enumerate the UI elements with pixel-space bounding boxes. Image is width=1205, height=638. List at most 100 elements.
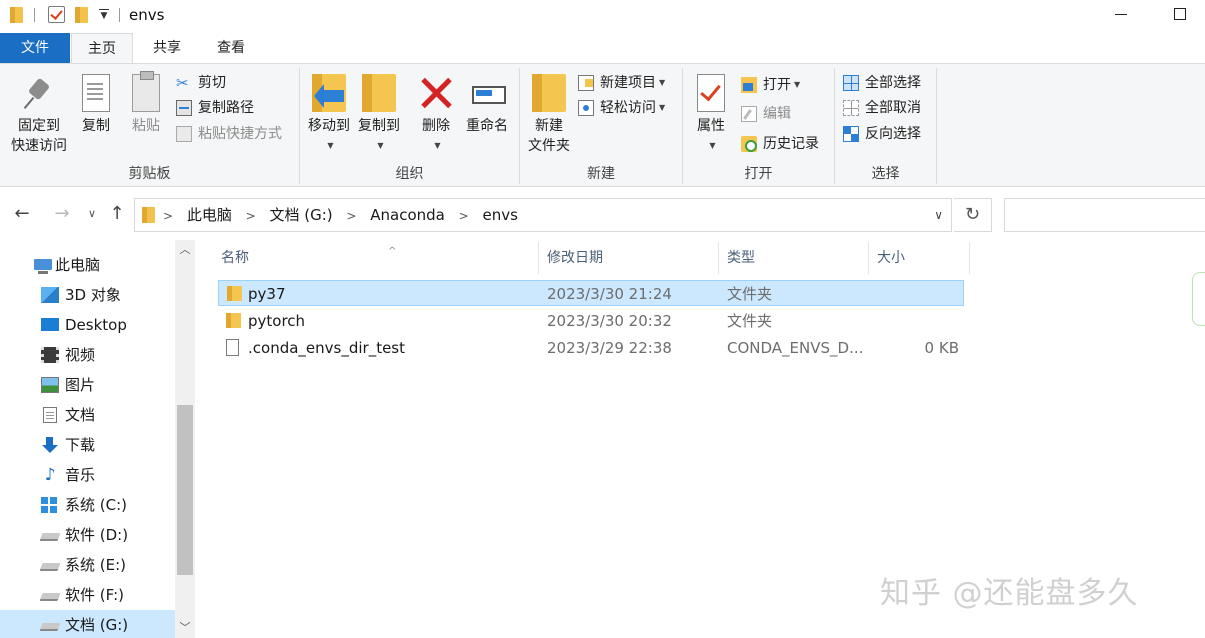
easy-access-button[interactable]: 轻松访问 ▼: [578, 97, 665, 119]
up-arrow-icon[interactable]: ↑: [105, 202, 129, 226]
title-bar: ▼ envs: [0, 0, 1205, 32]
drive-icon: [39, 533, 61, 541]
copy-path-icon: [176, 100, 192, 116]
column-header-type[interactable]: 类型: [719, 242, 869, 274]
back-arrow-icon[interactable]: ←: [10, 202, 34, 226]
delete-button[interactable]: 删除 ▼: [416, 74, 456, 156]
scroll-up-chevron-icon[interactable]: ︿: [175, 240, 195, 260]
forward-arrow-icon[interactable]: →: [50, 202, 74, 226]
properties-quick-icon[interactable]: [48, 6, 65, 23]
nav-item-3d-objects[interactable]: 3D 对象: [0, 280, 175, 310]
scrollbar-thumb[interactable]: [177, 405, 193, 575]
windows-drive-icon: [41, 497, 59, 513]
tab-view[interactable]: 查看: [200, 33, 262, 63]
nav-item-pictures[interactable]: 图片: [0, 370, 175, 400]
file-date: 2023/3/29 22:38: [547, 339, 672, 357]
open-group: 属性 ▼ 打开 ▼ 编辑 历史记录 打开: [683, 64, 834, 187]
folder-icon: [10, 7, 23, 23]
tab-file[interactable]: 文件: [0, 33, 70, 63]
3d-objects-icon: [41, 287, 59, 303]
minimize-button[interactable]: [1115, 14, 1127, 15]
nav-item-documents[interactable]: 文档: [0, 400, 175, 430]
invert-selection-button[interactable]: 反向选择: [843, 123, 921, 145]
paste-shortcut-icon: [176, 126, 192, 142]
column-header-date[interactable]: 修改日期: [539, 242, 719, 274]
group-separator: [936, 68, 937, 184]
history-icon: [741, 136, 757, 152]
breadcrumb-drive-g[interactable]: 文档 (G:): [269, 206, 332, 224]
sort-ascending-caret-icon: ^: [388, 246, 397, 257]
file-row-py37[interactable]: py37 2023/3/30 21:24 文件夹: [218, 280, 964, 306]
edit-button[interactable]: 编辑: [741, 103, 791, 125]
pin-icon: [22, 74, 56, 112]
nav-item-music[interactable]: ♪ 音乐: [0, 460, 175, 490]
computer-icon: [34, 259, 52, 274]
open-group-label: 打开: [744, 166, 773, 182]
move-to-icon: [312, 74, 346, 112]
select-group: 全部选择 全部取消 反向选择 选择: [835, 64, 936, 187]
folder-icon: [226, 313, 241, 328]
separator: [119, 8, 120, 22]
separator: [34, 8, 35, 22]
refresh-icon[interactable]: ↻: [954, 198, 992, 232]
copy-icon: [82, 74, 110, 112]
copy-button[interactable]: 复制: [76, 74, 116, 136]
music-icon: ♪: [44, 465, 56, 485]
column-header-name[interactable]: ^ 名称: [213, 242, 539, 274]
select-all-icon: [843, 75, 859, 91]
cut-button[interactable]: ✂ 剪切: [176, 72, 226, 94]
nav-item-drive-c[interactable]: 系统 (C:): [0, 490, 175, 520]
new-item-button[interactable]: 新建项目 ▼: [578, 72, 665, 94]
new-item-icon: [578, 75, 594, 91]
column-header-size[interactable]: 大小: [869, 242, 970, 274]
chevron-right-icon[interactable]: >: [459, 200, 469, 232]
nav-item-drive-g[interactable]: 文档 (G:): [0, 610, 175, 638]
new-folder-button[interactable]: 新建 文件夹: [524, 74, 574, 156]
file-row-conda-envs-dir-test[interactable]: .conda_envs_dir_test 2023/3/29 22:38 CON…: [218, 335, 964, 361]
breadcrumb-this-pc[interactable]: 此电脑: [187, 206, 232, 224]
breadcrumb-anaconda[interactable]: Anaconda: [370, 206, 445, 224]
nav-pane-scrollbar[interactable]: ︿ ﹀: [175, 240, 195, 638]
paste-shortcut-button[interactable]: 粘贴快捷方式: [176, 123, 282, 145]
open-button[interactable]: 打开 ▼: [741, 74, 800, 96]
nav-item-drive-d[interactable]: 软件 (D:): [0, 520, 175, 550]
file-row-pytorch[interactable]: pytorch 2023/3/30 20:32 文件夹: [218, 308, 964, 334]
paste-icon: [132, 71, 160, 112]
new-folder-quick-icon[interactable]: [75, 7, 88, 23]
search-input[interactable]: [1004, 198, 1205, 232]
chevron-right-icon[interactable]: >: [346, 200, 356, 232]
pin-quick-access-button[interactable]: 固定到 快速访问: [6, 74, 72, 156]
scroll-down-chevron-icon[interactable]: ﹀: [175, 618, 195, 638]
select-all-button[interactable]: 全部选择: [843, 72, 921, 94]
organize-group-label: 组织: [395, 166, 424, 182]
chevron-right-icon[interactable]: >: [246, 200, 256, 232]
copy-path-button[interactable]: 复制路径: [176, 97, 254, 119]
breadcrumb-envs[interactable]: envs: [483, 206, 518, 224]
nav-item-desktop[interactable]: Desktop: [0, 310, 175, 340]
side-panel-tab[interactable]: [1192, 272, 1205, 326]
tab-share[interactable]: 共享: [136, 33, 198, 63]
nav-item-videos[interactable]: 视频: [0, 340, 175, 370]
file-date: 2023/3/30 20:32: [547, 312, 672, 330]
address-bar[interactable]: > 此电脑 > 文档 (G:) > Anaconda > envs ∨: [134, 198, 952, 232]
properties-button[interactable]: 属性 ▼: [689, 74, 733, 156]
copy-to-button[interactable]: 复制到 ▼: [354, 74, 404, 156]
address-dropdown-chevron-icon[interactable]: ∨: [934, 199, 943, 231]
nav-item-drive-f[interactable]: 软件 (F:): [0, 580, 175, 610]
rename-button[interactable]: 重命名: [462, 74, 512, 136]
drive-icon: [39, 563, 61, 571]
nav-item-downloads[interactable]: 下载: [0, 430, 175, 460]
rename-icon: [470, 74, 506, 112]
maximize-button[interactable]: [1174, 8, 1186, 20]
customize-toolbar-dropdown-icon[interactable]: ▼: [99, 9, 109, 21]
tab-home[interactable]: 主页: [71, 33, 133, 64]
file-size: 0 KB: [924, 339, 959, 357]
scissors-icon: ✂: [176, 74, 189, 92]
move-to-button[interactable]: 移动到 ▼: [304, 74, 354, 156]
history-button[interactable]: 历史记录: [741, 133, 819, 155]
nav-item-drive-e[interactable]: 系统 (E:): [0, 550, 175, 580]
recent-locations-chevron-icon[interactable]: ∨: [80, 202, 104, 226]
paste-button[interactable]: 粘贴: [126, 71, 166, 136]
select-none-button[interactable]: 全部取消: [843, 97, 921, 119]
nav-item-this-pc[interactable]: 此电脑: [0, 250, 175, 280]
